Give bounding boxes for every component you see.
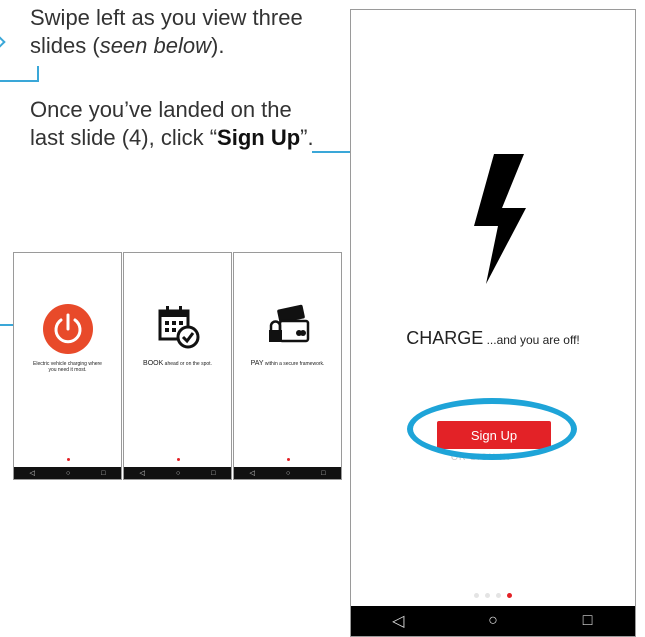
page-dot — [496, 593, 501, 598]
home-icon[interactable]: ○ — [473, 612, 513, 630]
page-dot — [474, 593, 479, 598]
back-icon: ◁ — [249, 470, 255, 477]
page-indicator — [351, 593, 635, 598]
calendar-check-icon — [124, 303, 231, 354]
page-dot — [66, 458, 70, 461]
lightning-bolt-icon — [474, 154, 526, 284]
slide-caption: BOOK ahead or on the spot. — [143, 360, 212, 367]
connector-arrow-tip — [0, 36, 6, 48]
android-nav-bar: ◁ ○ □ — [234, 467, 341, 479]
instruction-text: ). — [211, 33, 225, 58]
connector-line-slides — [0, 324, 14, 326]
instruction-emphasis: Sign Up — [217, 125, 301, 150]
recents-icon[interactable]: □ — [568, 612, 608, 630]
android-nav-bar: ◁ ○ □ — [14, 467, 121, 479]
phone-screen-slide-4: CHARGE ...and you are off! Sign Up OR SI… — [350, 9, 636, 637]
slide-caption: PAY within a secure framework. — [250, 360, 325, 367]
page-dot — [485, 593, 490, 598]
page-dot — [286, 458, 290, 461]
slide-caption: Electric vehicle charging where you need… — [33, 361, 102, 373]
slide-preview-1: Electric vehicle charging where you need… — [13, 252, 122, 480]
recents-icon: □ — [211, 469, 216, 477]
connector-line-swipe — [0, 66, 39, 82]
back-icon: ◁ — [29, 470, 35, 477]
instruction-emphasis: seen below — [99, 33, 211, 58]
highlight-ring — [407, 398, 577, 460]
page-dot — [176, 458, 180, 461]
card-lock-icon — [234, 303, 341, 354]
home-icon: ○ — [65, 469, 71, 477]
slide-preview-2: BOOK ahead or on the spot. ◁ ○ □ — [123, 252, 232, 480]
recents-icon: □ — [321, 469, 326, 477]
home-icon: ○ — [175, 469, 181, 477]
page-dot-active — [507, 593, 512, 598]
home-icon: ○ — [285, 469, 291, 477]
back-icon[interactable]: ◁ — [378, 611, 418, 631]
android-nav-bar: ◁ ○ □ — [351, 606, 635, 636]
back-icon: ◁ — [139, 470, 145, 477]
power-icon — [14, 303, 121, 360]
recents-icon: □ — [101, 469, 106, 477]
slide-preview-3: PAY within a secure framework. ◁ ○ □ — [233, 252, 342, 480]
instruction-text: ”. — [300, 125, 314, 150]
android-nav-bar: ◁ ○ □ — [124, 467, 231, 479]
instruction-swipe: Swipe left as you view three slides (see… — [30, 4, 340, 60]
slide-tagline: CHARGE ...and you are off! — [406, 328, 580, 348]
instruction-signup: Once you’ve landed on the last slide (4)… — [30, 96, 330, 152]
